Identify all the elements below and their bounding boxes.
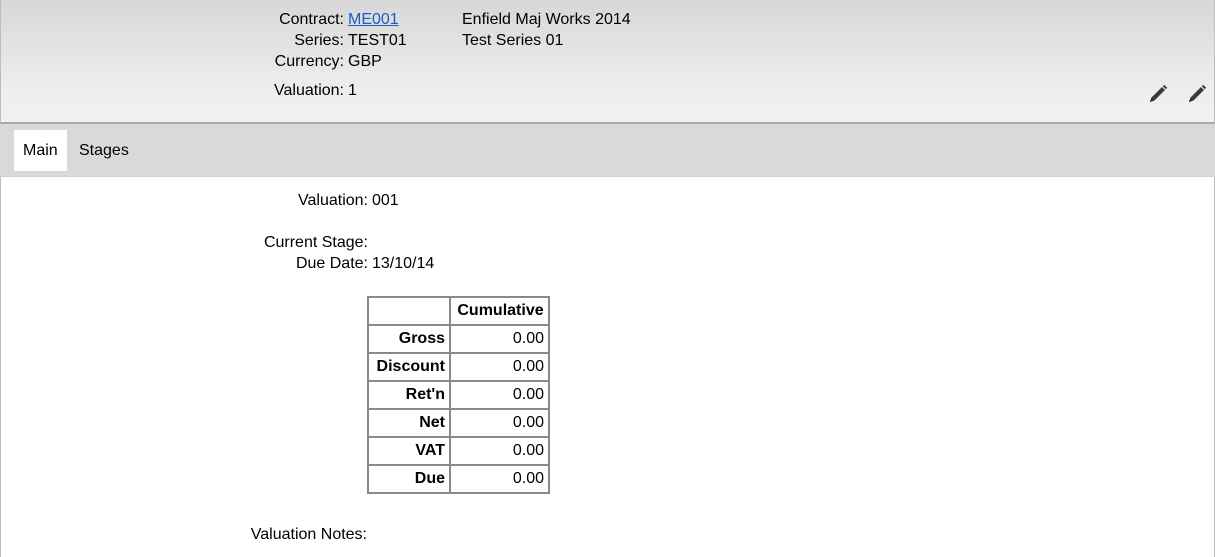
row-value-gross: 0.00 [449, 324, 550, 354]
tab-main[interactable]: Main [14, 130, 67, 171]
row-label-retention: Ret'n [367, 380, 451, 410]
row-label-due: Due [367, 464, 451, 494]
table-row: Discount 0.00 [367, 352, 550, 382]
currency-label: Currency: [274, 53, 344, 70]
series-name: Test Series 01 [462, 32, 564, 49]
table-row: Ret'n 0.00 [367, 380, 550, 410]
table-corner-cell [367, 296, 451, 326]
due-date-label: Due Date: [295, 255, 368, 272]
due-date-value: 13/10/14 [372, 255, 435, 272]
contract-label: Contract: [279, 11, 344, 28]
currency-value: GBP [348, 53, 382, 70]
table-row: Due 0.00 [367, 464, 550, 494]
row-value-vat: 0.00 [449, 436, 550, 466]
row-label-vat: VAT [367, 436, 451, 466]
contract-link[interactable]: ME001 [348, 10, 399, 30]
row-value-discount: 0.00 [449, 352, 550, 382]
valuation-notes-label: Valuation Notes: [250, 526, 367, 543]
table-header-row: Cumulative [367, 296, 550, 326]
series-label: Series: [294, 32, 344, 49]
header-valuation-value: 1 [348, 82, 357, 99]
row-value-net: 0.00 [449, 408, 550, 438]
table-row: Gross 0.00 [367, 324, 550, 354]
contract-name: Enfield Maj Works 2014 [462, 11, 631, 28]
series-value: TEST01 [348, 32, 407, 49]
contract-header: Contract: ME001 Enfield Maj Works 2014 S… [0, 0, 1215, 124]
valuation-label: Valuation: [298, 192, 368, 209]
pencil-icon[interactable] [1186, 83, 1208, 105]
valuation-summary-table: Cumulative Gross 0.00 Discount 0.00 Ret'… [367, 296, 550, 494]
table-row: VAT 0.00 [367, 436, 550, 466]
valuation-value: 001 [372, 192, 399, 209]
tab-bar: Main Stages [0, 124, 1215, 177]
main-panel [0, 177, 1215, 557]
row-label-gross: Gross [367, 324, 451, 354]
row-label-discount: Discount [367, 352, 451, 382]
header-valuation-label: Valuation: [274, 82, 344, 99]
table-row: Net 0.00 [367, 408, 550, 438]
row-value-retention: 0.00 [449, 380, 550, 410]
row-value-due: 0.00 [449, 464, 550, 494]
pencil-icon[interactable] [1147, 83, 1169, 105]
cumulative-column-header: Cumulative [449, 296, 550, 326]
tab-stages[interactable]: Stages [70, 130, 138, 171]
current-stage-label: Current Stage: [263, 234, 368, 251]
row-label-net: Net [367, 408, 451, 438]
